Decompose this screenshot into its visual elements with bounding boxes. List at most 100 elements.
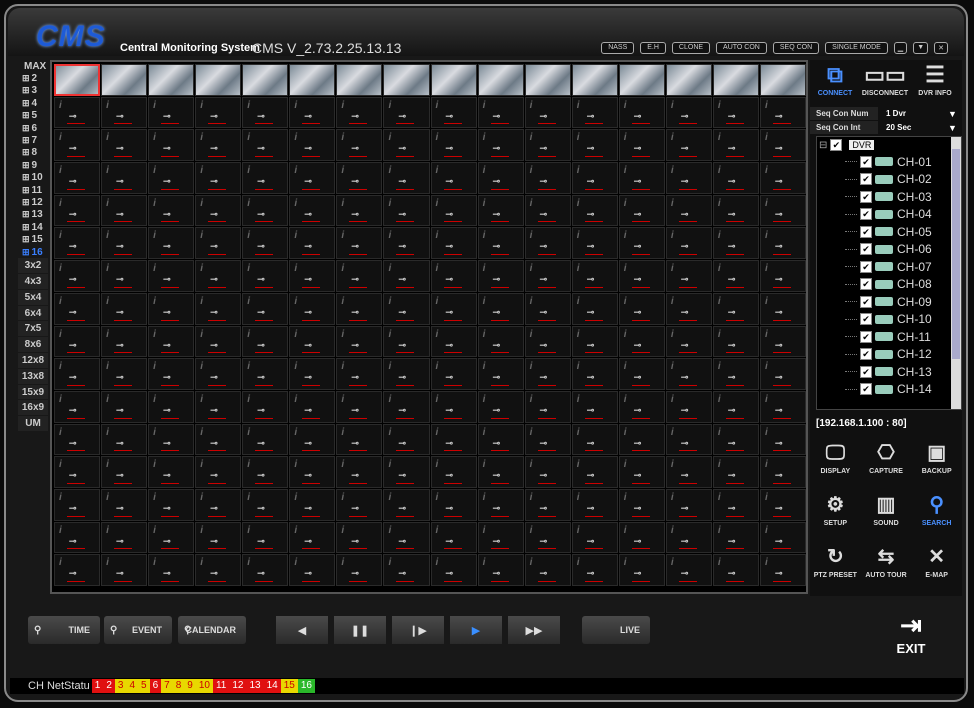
video-cell-empty[interactable]: i ⊸ (195, 423, 242, 456)
video-cell-empty[interactable]: i ⊸ (54, 456, 101, 488)
video-cell-empty[interactable]: i ⊸ (759, 96, 806, 129)
video-cell-empty[interactable]: i ⊸ (336, 129, 383, 162)
layout-5[interactable]: ⊞ 5 (18, 110, 48, 122)
video-cell-live[interactable] (712, 64, 759, 96)
video-cell-empty[interactable]: i ⊸ (665, 162, 712, 194)
video-cell-empty[interactable]: i ⊸ (101, 358, 148, 390)
video-cell-empty[interactable]: i ⊸ (571, 162, 618, 194)
video-cell-empty[interactable]: i ⊸ (665, 260, 712, 292)
video-cell-empty[interactable]: i ⊸ (524, 129, 571, 162)
layout-14[interactable]: ⊞ 14 (18, 221, 48, 233)
video-cell-empty[interactable]: i ⊸ (759, 390, 806, 423)
video-cell-empty[interactable]: i ⊸ (524, 292, 571, 325)
video-cell-empty[interactable]: i ⊸ (195, 325, 242, 358)
video-cell-empty[interactable]: i ⊸ (242, 325, 289, 358)
video-cell-live[interactable] (430, 64, 477, 96)
video-cell-empty[interactable]: i ⊸ (712, 456, 759, 488)
video-cell-empty[interactable]: i ⊸ (195, 390, 242, 423)
channel-checkbox[interactable]: ✔ (860, 190, 872, 203)
video-cell-empty[interactable]: i ⊸ (665, 554, 712, 586)
video-cell-empty[interactable]: i ⊸ (712, 96, 759, 129)
video-cell-empty[interactable]: i ⊸ (618, 260, 665, 292)
video-cell-empty[interactable]: i ⊸ (430, 325, 477, 358)
layout-8[interactable]: ⊞ 8 (18, 147, 48, 159)
video-cell-empty[interactable]: i ⊸ (618, 227, 665, 260)
video-cell-empty[interactable]: i ⊸ (54, 423, 101, 456)
video-cell-empty[interactable]: i ⊸ (477, 227, 524, 260)
video-cell-empty[interactable]: i ⊸ (195, 521, 242, 554)
video-cell-live[interactable] (289, 64, 336, 96)
channel-checkbox[interactable]: ✔ (860, 173, 872, 186)
tree-channel-ch-01[interactable]: ✔ CH-01 (817, 153, 961, 171)
video-cell-empty[interactable]: i ⊸ (336, 423, 383, 456)
video-cell-empty[interactable]: i ⊸ (571, 390, 618, 423)
time-search-button[interactable]: ⚲ TIME (28, 616, 100, 644)
channel-checkbox[interactable]: ✔ (860, 383, 872, 396)
video-cell-empty[interactable]: i ⊸ (101, 456, 148, 488)
video-cell-empty[interactable]: i ⊸ (242, 456, 289, 488)
video-cell-empty[interactable]: i ⊸ (289, 423, 336, 456)
video-cell-empty[interactable]: i ⊸ (712, 194, 759, 227)
video-cell-empty[interactable]: i ⊸ (430, 488, 477, 521)
video-cell-empty[interactable]: i ⊸ (383, 521, 430, 554)
disconnect-button[interactable]: ▭▭ DISCONNECT (860, 60, 910, 106)
video-cell-empty[interactable]: i ⊸ (430, 96, 477, 129)
video-cell-empty[interactable]: i ⊸ (336, 488, 383, 521)
video-cell-empty[interactable]: i ⊸ (665, 227, 712, 260)
video-cell-empty[interactable]: i ⊸ (195, 358, 242, 390)
tree-root-checkbox[interactable]: ✔ (830, 139, 843, 151)
video-cell-empty[interactable]: i ⊸ (54, 325, 101, 358)
video-cell-empty[interactable]: i ⊸ (242, 554, 289, 586)
video-cell-empty[interactable]: i ⊸ (712, 129, 759, 162)
video-cell-empty[interactable]: i ⊸ (571, 260, 618, 292)
video-cell-empty[interactable]: i ⊸ (336, 292, 383, 325)
video-cell-empty[interactable]: i ⊸ (759, 227, 806, 260)
video-cell-empty[interactable]: i ⊸ (665, 423, 712, 456)
video-cell-empty[interactable]: i ⊸ (618, 96, 665, 129)
video-cell-empty[interactable]: i ⊸ (524, 260, 571, 292)
video-cell-empty[interactable]: i ⊸ (618, 292, 665, 325)
video-cell-empty[interactable]: i ⊸ (430, 554, 477, 586)
layout-15x9[interactable]: 15x9 (18, 384, 48, 400)
video-cell-empty[interactable]: i ⊸ (289, 325, 336, 358)
dropdown-arrow-icon[interactable]: ▼ (948, 123, 962, 133)
tree-channel-ch-05[interactable]: ✔ CH-05 (817, 223, 961, 241)
video-cell-live[interactable] (665, 64, 712, 96)
video-cell-empty[interactable]: i ⊸ (430, 423, 477, 456)
video-cell-empty[interactable]: i ⊸ (195, 96, 242, 129)
channel-checkbox[interactable]: ✔ (860, 243, 872, 256)
tree-channel-ch-06[interactable]: ✔ CH-06 (817, 241, 961, 259)
video-cell-empty[interactable]: i ⊸ (54, 358, 101, 390)
video-cell-empty[interactable]: i ⊸ (148, 260, 195, 292)
tree-channel-ch-09[interactable]: ✔ CH-09 (817, 293, 961, 311)
layout-7[interactable]: ⊞ 7 (18, 134, 48, 146)
dropdown-arrow-icon[interactable]: ▼ (948, 109, 962, 119)
video-cell-empty[interactable]: i ⊸ (665, 488, 712, 521)
video-cell-empty[interactable]: i ⊸ (618, 521, 665, 554)
video-cell-empty[interactable]: i ⊸ (665, 456, 712, 488)
tree-channel-ch-13[interactable]: ✔ CH-13 (817, 363, 961, 381)
layout-max[interactable]: MAX (18, 60, 48, 72)
title-button-single-mode[interactable]: SINGLE MODE (825, 42, 888, 54)
video-cell-empty[interactable]: i ⊸ (289, 456, 336, 488)
video-cell-empty[interactable]: i ⊸ (101, 292, 148, 325)
video-cell-empty[interactable]: i ⊸ (665, 96, 712, 129)
video-cell-empty[interactable]: i ⊸ (712, 227, 759, 260)
video-cell-empty[interactable]: i ⊸ (618, 194, 665, 227)
video-cell-empty[interactable]: i ⊸ (524, 554, 571, 586)
auto-tour-button[interactable]: ⇆ AUTO TOUR (861, 542, 912, 588)
video-cell-live[interactable] (618, 64, 665, 96)
layout-16x9[interactable]: 16x9 (18, 400, 48, 416)
video-cell-empty[interactable]: i ⊸ (383, 292, 430, 325)
video-cell-empty[interactable]: i ⊸ (524, 96, 571, 129)
video-cell-empty[interactable]: i ⊸ (477, 129, 524, 162)
video-cell-empty[interactable]: i ⊸ (383, 554, 430, 586)
video-cell-live[interactable] (195, 64, 242, 96)
tree-channel-ch-03[interactable]: ✔ CH-03 (817, 188, 961, 206)
layout-4x3[interactable]: 4x3 (18, 274, 48, 289)
seq-con-int-select[interactable]: 20 Sec (878, 123, 948, 132)
video-cell-empty[interactable]: i ⊸ (101, 227, 148, 260)
tree-channel-ch-12[interactable]: ✔ CH-12 (817, 346, 961, 364)
layout-3x2[interactable]: 3x2 (18, 258, 48, 274)
video-cell-empty[interactable]: i ⊸ (430, 456, 477, 488)
